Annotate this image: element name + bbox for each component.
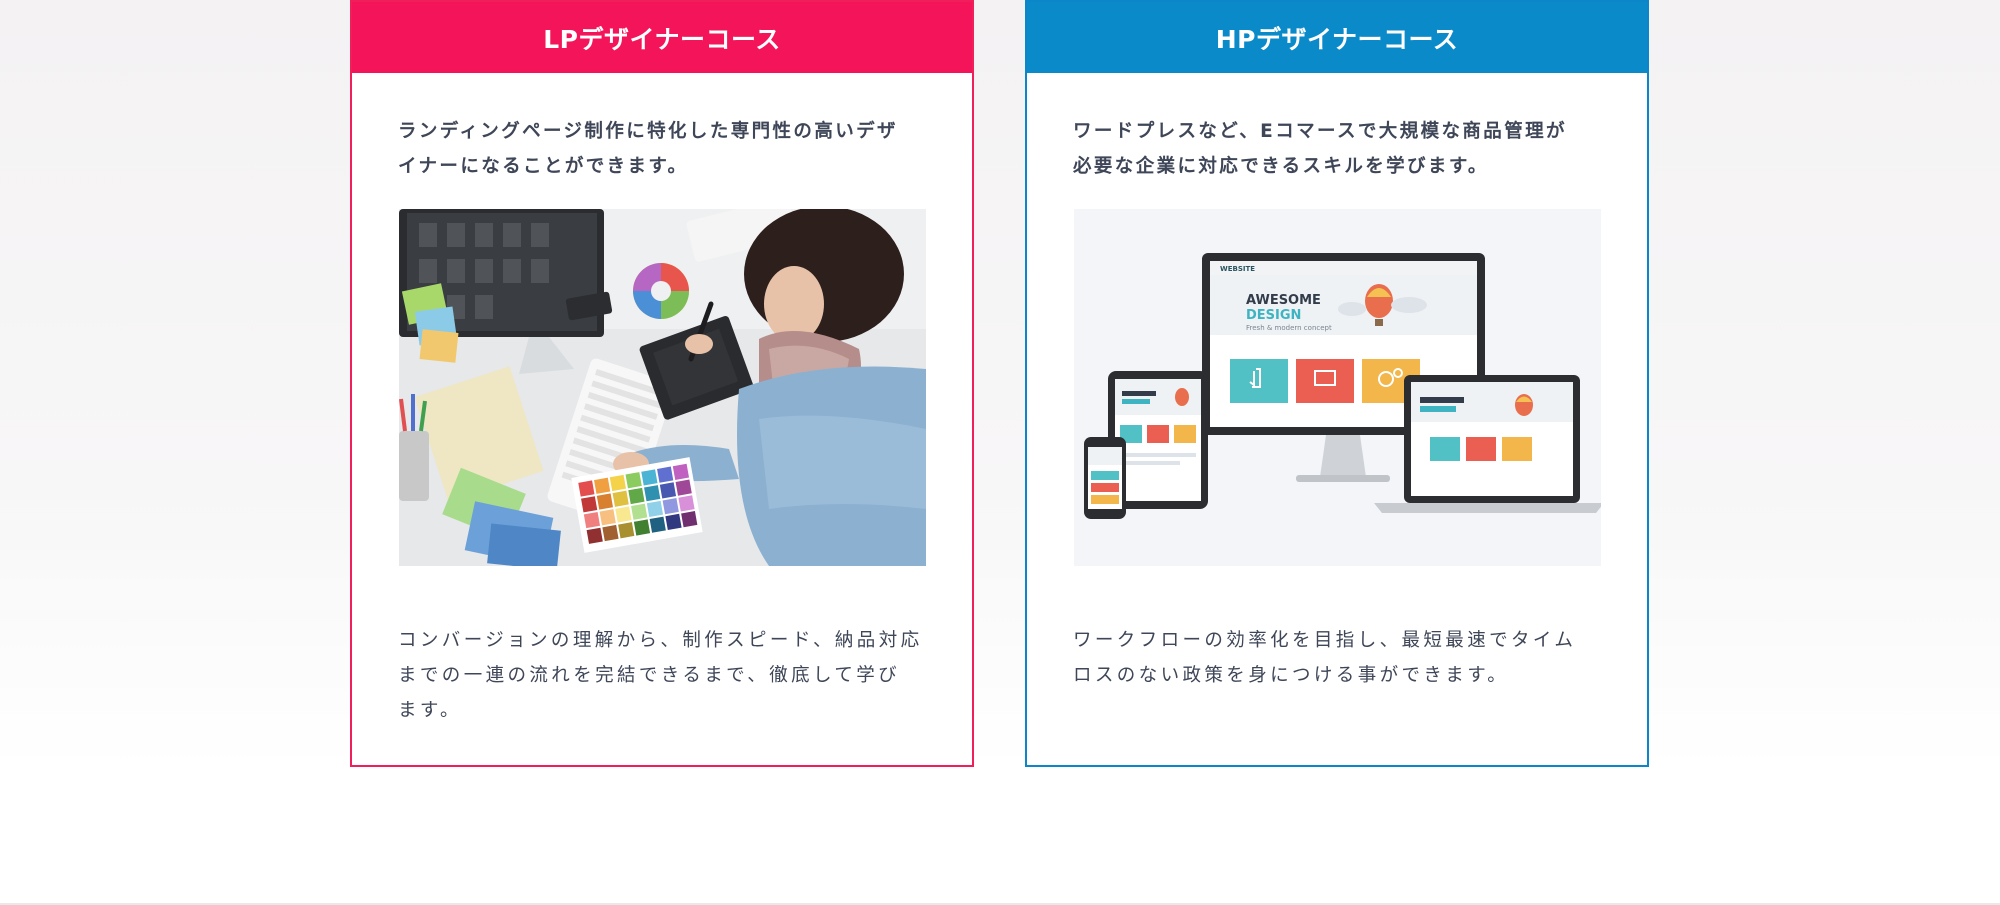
mockup-tagline: Fresh & modern concept bbox=[1246, 324, 1332, 332]
course-description-line: ワークフローの効率化を目指し、最短最速でタイム bbox=[1073, 630, 1577, 651]
course-description-line: までの一連の流れを完結できるまで、徹底して学び bbox=[398, 665, 901, 686]
course-intro-line: ワードプレスなど、Eコマースで大規模な商品管理が bbox=[1073, 121, 1567, 142]
mockup-website-label: WEBSITE bbox=[1220, 265, 1255, 273]
course-description: ワークフローの効率化を目指し、最短最速でタイム ロスのない政策を身につける事がで… bbox=[1073, 623, 1605, 693]
course-description: コンバージョンの理解から、制作スピード、納品対応 までの一連の流れを完結できるま… bbox=[398, 623, 930, 728]
smartphone-graphic bbox=[1084, 437, 1126, 519]
course-card-lp: LPデザイナーコース ランディングページ制作に特化した専門性の高いデザ イナーに… bbox=[350, 0, 974, 767]
course-intro: ランディングページ制作に特化した専門性の高いデザ イナーになることができます。 bbox=[398, 114, 930, 184]
mockup-headline-1: AWESOME bbox=[1246, 293, 1321, 308]
course-description-line: ロスのない政策を身につける事ができます。 bbox=[1073, 665, 1510, 686]
course-description-line: コンバージョンの理解から、制作スピード、納品対応 bbox=[398, 630, 923, 651]
course-title: HPデザイナーコース bbox=[1027, 2, 1647, 73]
course-title: LPデザイナーコース bbox=[352, 2, 972, 73]
course-intro: ワードプレスなど、Eコマースで大規模な商品管理が 必要な企業に対応できるスキルを… bbox=[1073, 114, 1605, 184]
course-intro-line: イナーになることができます。 bbox=[398, 156, 689, 177]
responsive-devices-mockup: WEBSITE AWESOME DESIGN Fresh & modern co… bbox=[1074, 209, 1601, 566]
laptop-graphic bbox=[1374, 375, 1601, 513]
mockup-headline-2: DESIGN bbox=[1246, 308, 1301, 323]
course-intro-line: 必要な企業に対応できるスキルを学びます。 bbox=[1073, 156, 1489, 177]
course-intro-line: ランディングページ制作に特化した専門性の高いデザ bbox=[398, 121, 898, 142]
designer-workspace-photo bbox=[399, 209, 926, 566]
course-description-line: ます。 bbox=[398, 700, 462, 721]
course-card-hp: HPデザイナーコース ワードプレスなど、Eコマースで大規模な商品管理が 必要な企… bbox=[1025, 0, 1649, 767]
